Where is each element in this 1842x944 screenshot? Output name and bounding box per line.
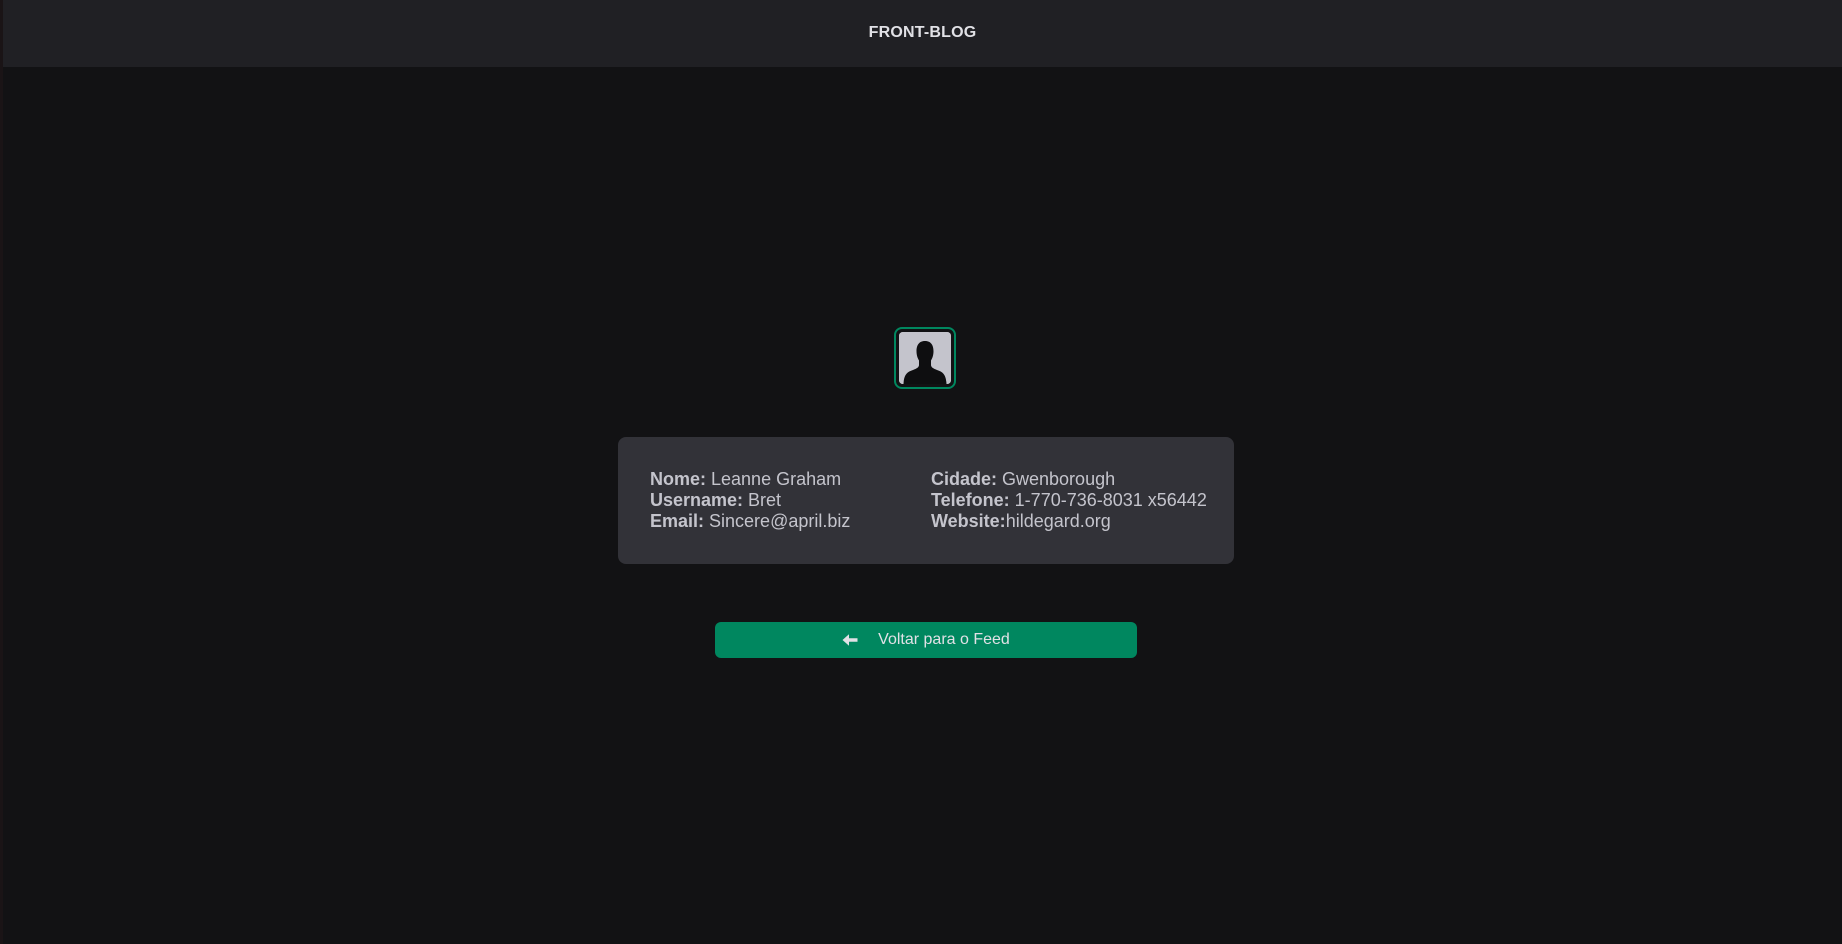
profile-info-card: Nome: Leanne Graham Username: Bret Email… [618, 437, 1234, 564]
back-button-label: Voltar para o Feed [878, 631, 1010, 648]
window-edge [0, 0, 3, 944]
field-value: Gwenborough [997, 469, 1116, 489]
field-value: Leanne Graham [706, 469, 842, 489]
app-title: FRONT-BLOG [868, 24, 977, 41]
field-label: Website: [931, 511, 1006, 531]
field-label: Nome: [650, 469, 707, 489]
field-label: Email: [650, 511, 705, 531]
profile-field-nome: Nome: Leanne Graham [650, 469, 931, 490]
profile-info-column-left: Nome: Leanne Graham Username: Bret Email… [650, 469, 931, 564]
user-silhouette-icon [899, 332, 951, 384]
field-value: Bret [743, 490, 782, 510]
profile-field-telefone: Telefone: 1-770-736-8031 x56442 [931, 490, 1207, 511]
field-value: 1-770-736-8031 x56442 [1009, 490, 1207, 510]
profile-field-cidade: Cidade: Gwenborough [931, 469, 1207, 490]
arrow-left-icon [842, 633, 858, 647]
field-label: Username: [650, 490, 744, 510]
field-label: Telefone: [931, 490, 1010, 510]
profile-field-website: Website:hildegard.org [931, 511, 1207, 532]
field-label: Cidade: [931, 469, 998, 489]
profile-info-column-right: Cidade: Gwenborough Telefone: 1-770-736-… [931, 469, 1207, 564]
app-header: FRONT-BLOG [3, 0, 1842, 67]
page: FRONT-BLOG Nome: Leanne Graham Username:… [0, 0, 1842, 944]
profile-avatar [894, 327, 956, 389]
back-to-feed-button[interactable]: Voltar para o Feed [715, 622, 1137, 658]
field-value: hildegard.org [1005, 511, 1111, 531]
field-value: Sincere@april.biz [704, 511, 851, 531]
profile-field-email: Email: Sincere@april.biz [650, 511, 931, 532]
profile-field-username: Username: Bret [650, 490, 931, 511]
